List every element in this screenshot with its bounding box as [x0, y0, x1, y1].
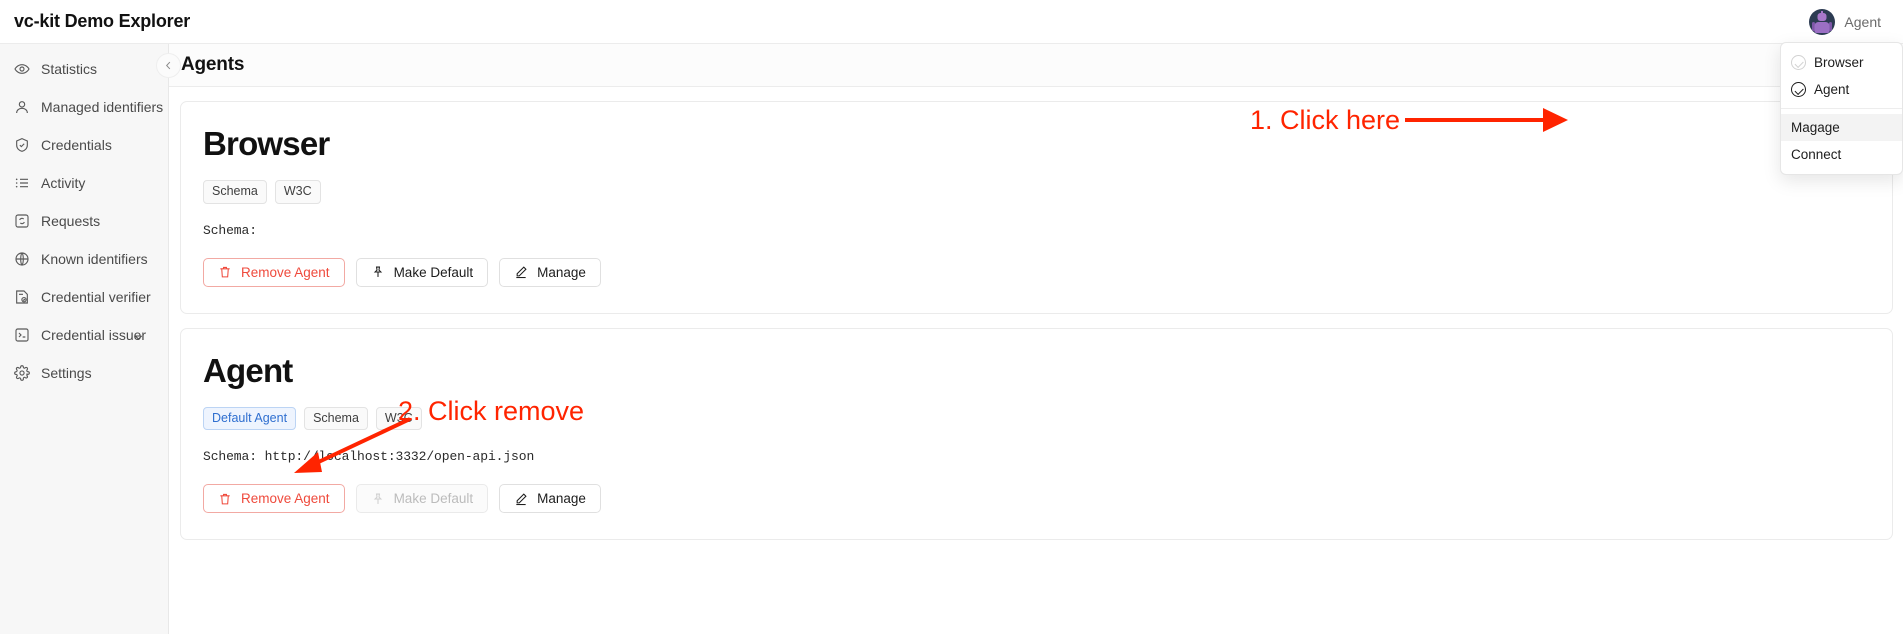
card-actions: Remove Agent Make Default Manage [203, 257, 1870, 287]
user-menu-trigger[interactable]: Agent [1809, 8, 1881, 35]
sidebar-item-requests[interactable]: Requests [0, 202, 168, 240]
manage-button[interactable]: Manage [499, 484, 601, 514]
sidebar-item-credentials[interactable]: Credentials [0, 126, 168, 164]
sidebar-item-managed-identifiers[interactable]: Managed identifiers [0, 88, 168, 126]
user-name-label: Agent [1844, 13, 1881, 30]
card-schema-text: Schema: [203, 222, 257, 238]
trash-icon [218, 265, 232, 279]
make-default-button: Make Default [355, 484, 489, 514]
page-header: Agents [169, 44, 1903, 87]
main-content: Agents Browser Schema W3C Schema: Remove… [156, 44, 1903, 634]
sidebar-item-label: Requests [41, 213, 101, 229]
dropdown-item-label: Browser [1814, 55, 1864, 70]
dropdown-item-label: Connect [1791, 147, 1842, 162]
cards-list: Browser Schema W3C Schema: Remove Agent [169, 101, 1903, 541]
tag-w3c: W3C [274, 180, 321, 204]
robot-avatar-icon [1809, 8, 1836, 35]
document-check-icon [14, 289, 30, 305]
card-title: Agent [203, 351, 293, 389]
sidebar: Statistics Managed identifiers Credentia… [0, 44, 169, 634]
app-root: vc-kit Demo Explorer Agent Browser Agent… [0, 0, 1903, 634]
sidebar-item-label: Credentials [41, 137, 112, 153]
sidebar-item-settings[interactable]: Settings [0, 354, 168, 392]
chevron-left-icon [163, 60, 174, 71]
agent-card-browser: Browser Schema W3C Schema: Remove Agent [180, 101, 1893, 314]
sidebar-item-label: Activity [41, 175, 86, 191]
dropdown-item-connect[interactable]: Connect [1781, 141, 1902, 168]
eye-icon [14, 61, 30, 77]
box-refresh-icon [14, 213, 30, 229]
user-icon [14, 99, 30, 115]
tag-schema: Schema [203, 180, 267, 204]
sidebar-item-label: Statistics [41, 61, 98, 77]
button-label: Remove Agent [241, 491, 330, 507]
check-circle-icon [1791, 55, 1806, 70]
dropdown-divider [1781, 108, 1902, 109]
pencil-icon [514, 492, 528, 506]
shield-check-icon [14, 137, 30, 153]
chevron-down-icon[interactable] [133, 330, 144, 341]
terminal-icon [14, 327, 30, 343]
sidebar-item-statistics[interactable]: Statistics [0, 50, 168, 88]
sidebar-item-credential-verifier[interactable]: Credential verifier [0, 278, 168, 316]
dropdown-item-agent[interactable]: Agent [1781, 76, 1902, 103]
app-title: vc-kit Demo Explorer [14, 11, 191, 31]
dropdown-item-label: Agent [1814, 82, 1850, 97]
card-tags: Schema W3C [203, 180, 1870, 204]
button-label: Make Default [393, 264, 474, 280]
trash-icon [218, 492, 232, 506]
tag-schema: Schema [304, 406, 368, 431]
button-label: Remove Agent [241, 264, 330, 280]
remove-agent-button[interactable]: Remove Agent [203, 484, 345, 514]
dropdown-item-browser[interactable]: Browser [1781, 49, 1902, 76]
globe-icon [14, 251, 30, 267]
sidebar-item-label: Settings [41, 365, 92, 381]
tag-w3c: W3C [375, 406, 422, 431]
button-label: Make Default [393, 491, 474, 507]
dropdown-item-label: Magage [1791, 120, 1840, 135]
make-default-button[interactable]: Make Default [355, 257, 489, 287]
pin-icon [371, 492, 385, 506]
gear-icon [14, 365, 30, 381]
pin-icon [371, 265, 385, 279]
remove-agent-button[interactable]: Remove Agent [203, 257, 345, 287]
card-title: Browser [203, 125, 330, 162]
button-label: Manage [537, 491, 586, 507]
sidebar-item-label: Credential verifier [41, 289, 151, 305]
card-schema-text: Schema: http://localhost:3332/open-api.j… [203, 449, 535, 465]
sidebar-item-known-identifiers[interactable]: Known identifiers [0, 240, 168, 278]
card-tags: Default Agent Schema W3C [203, 406, 1870, 431]
sidebar-item-activity[interactable]: Activity [0, 164, 168, 202]
sidebar-collapse-button[interactable] [156, 53, 181, 78]
pencil-icon [514, 265, 528, 279]
top-bar: vc-kit Demo Explorer Agent [0, 0, 1903, 44]
agent-switch-dropdown: Browser Agent Magage Connect [1780, 42, 1903, 175]
sidebar-item-label: Known identifiers [41, 251, 148, 267]
check-circle-icon [1791, 82, 1806, 97]
sidebar-item-credential-issuer[interactable]: Credential issuer [0, 316, 168, 354]
agent-card-agent: Agent Default Agent Schema W3C Schema: h… [180, 327, 1893, 541]
button-label: Manage [537, 264, 586, 280]
dropdown-item-magage[interactable]: Magage [1781, 114, 1902, 141]
card-actions: Remove Agent Make Default Manage [203, 484, 1870, 514]
sidebar-item-label: Managed identifiers [41, 99, 164, 115]
tag-default-agent: Default Agent [203, 406, 297, 431]
list-icon [14, 175, 30, 191]
sidebar-item-label: Credential issuer [41, 327, 147, 343]
manage-button[interactable]: Manage [499, 257, 601, 287]
page-title: Agents [181, 54, 245, 75]
